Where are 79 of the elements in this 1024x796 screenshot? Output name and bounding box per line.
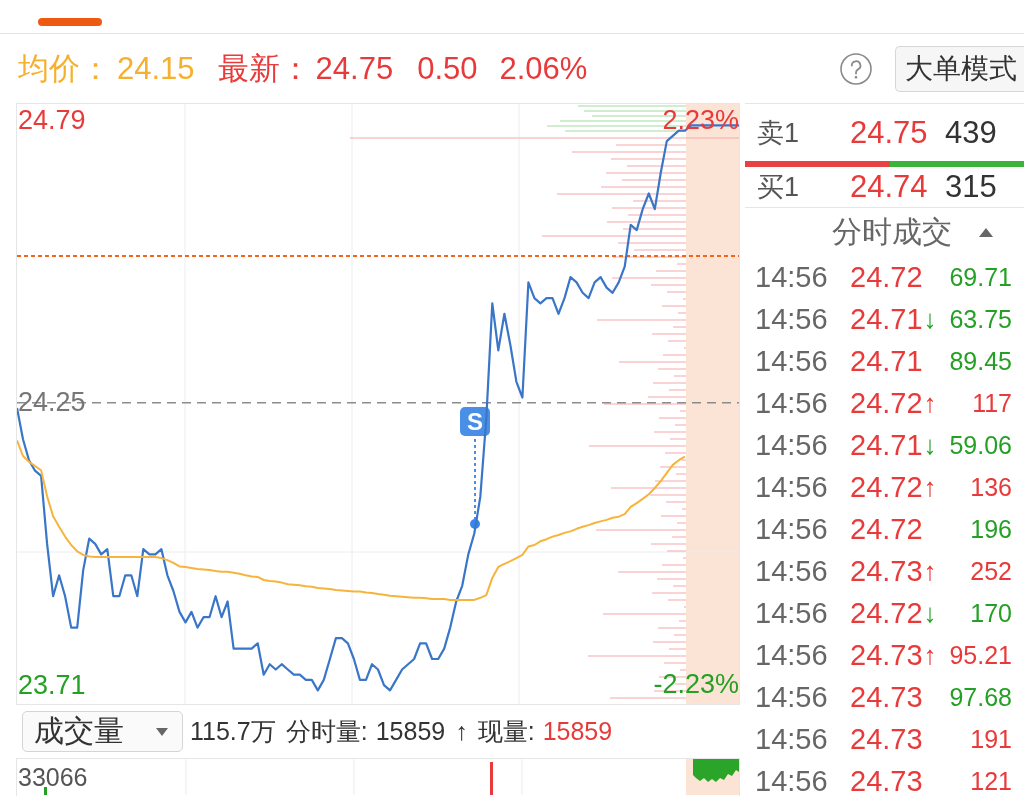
trend-arrow: ↓ bbox=[923, 432, 937, 458]
trade-volume: 170 bbox=[970, 600, 1012, 626]
trade-time: 14:56 bbox=[755, 388, 829, 418]
trade-price: 24.73 bbox=[850, 640, 923, 670]
trade-time: 14:56 bbox=[755, 472, 829, 502]
volume-area bbox=[693, 759, 739, 782]
trade-price: 24.72 bbox=[850, 388, 923, 418]
ask-volume: 439 bbox=[945, 114, 997, 151]
trade-volume: 121 bbox=[970, 768, 1012, 794]
trade-time: 14:56 bbox=[755, 304, 829, 334]
trade-volume: 95.21 bbox=[949, 642, 1012, 668]
price-change-percent: 2.06% bbox=[499, 50, 588, 87]
trade-price: 24.73 bbox=[850, 724, 923, 754]
trade-price: 24.72 bbox=[850, 514, 923, 544]
trend-arrow: ↑ bbox=[923, 474, 937, 500]
trade-volume: 69.71 bbox=[949, 264, 1012, 290]
trade-time: 14:56 bbox=[755, 346, 829, 376]
ask-price: 24.75 bbox=[850, 114, 929, 151]
trade-time: 14:56 bbox=[755, 430, 829, 460]
trend-arrow: ↓ bbox=[923, 600, 937, 626]
price-change-value: 0.50 bbox=[417, 50, 478, 87]
current-volume-value: 15859 bbox=[542, 717, 613, 746]
trade-volume: 59.06 bbox=[949, 432, 1012, 458]
period-volume-value: 15859 bbox=[375, 717, 446, 746]
trade-volume: 136 bbox=[970, 474, 1012, 500]
trade-time: 14:56 bbox=[755, 262, 829, 292]
caret-down-icon bbox=[156, 727, 168, 736]
trade-price: 24.72 bbox=[850, 262, 923, 292]
trend-arrow: ↑ bbox=[923, 390, 937, 416]
trade-time: 14:56 bbox=[755, 556, 829, 586]
trade-volume: 196 bbox=[970, 516, 1012, 542]
trade-volume: 89.45 bbox=[949, 348, 1012, 374]
trade-price: 24.73 bbox=[850, 556, 923, 586]
current-volume-label: 现量: bbox=[477, 716, 535, 747]
latest-price-label: 最新： bbox=[217, 49, 311, 88]
trend-arrow: ↓ bbox=[923, 306, 937, 332]
trade-price: 24.72 bbox=[850, 598, 923, 628]
trade-time: 14:56 bbox=[755, 598, 829, 628]
trade-price: 24.73 bbox=[850, 682, 923, 712]
trade-price: 24.71 bbox=[850, 430, 923, 460]
average-price-label: 均价： bbox=[18, 49, 111, 88]
axis-min-percent: -2.23% bbox=[653, 671, 739, 698]
trade-volume: 191 bbox=[970, 726, 1012, 752]
average-price-value: 24.15 bbox=[117, 50, 195, 87]
volume-bar bbox=[44, 787, 47, 795]
volume-arrow: ↑ bbox=[455, 717, 468, 746]
latest-price-value: 24.75 bbox=[315, 50, 394, 87]
trade-volume: 97.68 bbox=[949, 684, 1012, 710]
bid-level-label: 买1 bbox=[757, 171, 801, 204]
trade-price: 24.71 bbox=[850, 304, 923, 334]
trade-time: 14:56 bbox=[755, 766, 829, 796]
trade-volume: 63.75 bbox=[949, 306, 1012, 332]
trade-price: 24.73 bbox=[850, 766, 923, 796]
trade-volume: 252 bbox=[970, 558, 1012, 584]
volume-bar bbox=[490, 762, 493, 795]
period-volume-label: 分时量: bbox=[285, 716, 368, 747]
trade-time: 14:56 bbox=[755, 514, 829, 544]
bid-price: 24.74 bbox=[850, 169, 929, 205]
trend-arrow: ↑ bbox=[923, 642, 937, 668]
trade-time: 14:56 bbox=[755, 640, 829, 670]
bid-volume: 315 bbox=[945, 169, 997, 205]
total-volume: 115.7万 bbox=[190, 716, 276, 747]
trend-arrow: ↑ bbox=[923, 558, 937, 584]
trade-price: 24.72 bbox=[850, 472, 923, 502]
signal-marker: S bbox=[460, 407, 490, 436]
trade-point-icon bbox=[470, 519, 480, 529]
trade-time: 14:56 bbox=[755, 724, 829, 754]
axis-tick-label: 23.71 bbox=[18, 671, 86, 699]
volume-axis-max: 33066 bbox=[18, 765, 88, 790]
axis-tick-label: 24.79 bbox=[18, 106, 86, 134]
indicator-selector[interactable]: 成交量 bbox=[22, 711, 183, 752]
help-icon[interactable] bbox=[840, 52, 872, 85]
trade-time: 14:56 bbox=[755, 682, 829, 712]
ask-level-label: 卖1 bbox=[757, 116, 801, 150]
trade-price: 24.71 bbox=[850, 346, 923, 376]
trades-title: 分时成交 bbox=[832, 213, 952, 250]
caret-up-icon[interactable] bbox=[979, 227, 993, 237]
trade-volume: 117 bbox=[972, 390, 1012, 416]
mode-button[interactable]: 大单模式 bbox=[895, 45, 1024, 92]
